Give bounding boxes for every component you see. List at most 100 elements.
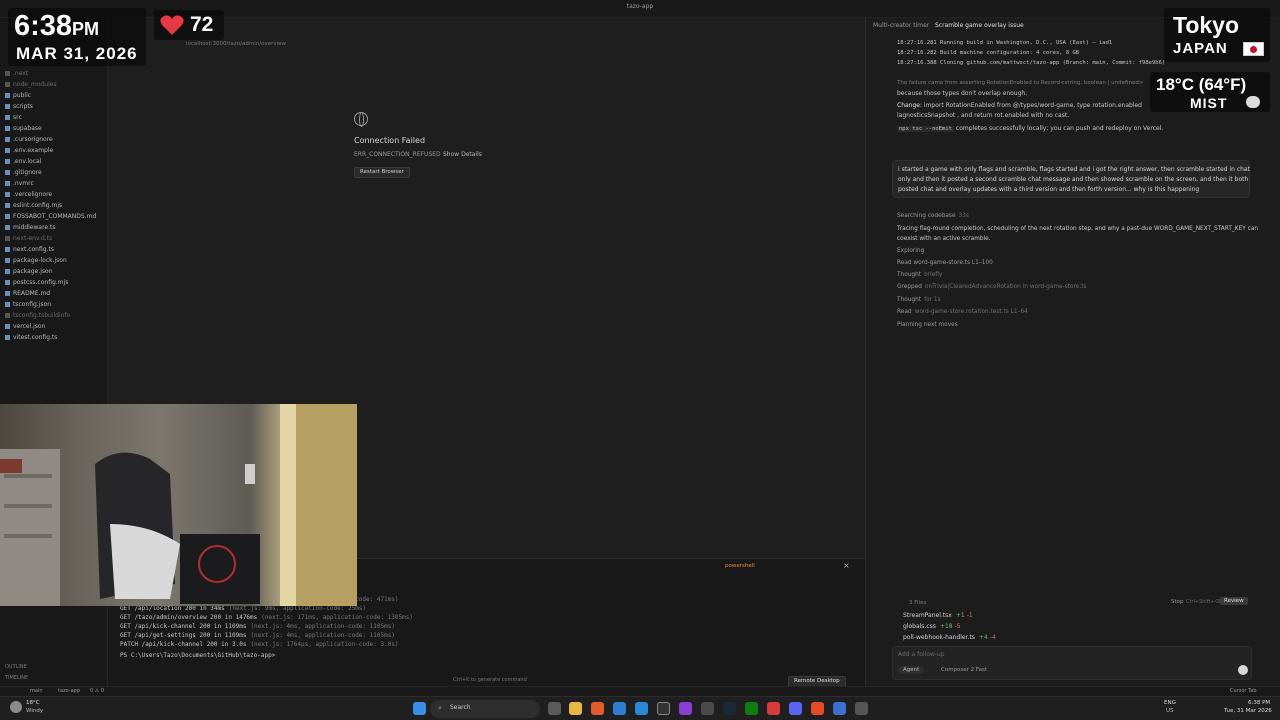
- terminal-shell-label[interactable]: powershell: [725, 563, 755, 569]
- taskbar-clock-date[interactable]: Tue, 31 Mar 2026: [1224, 708, 1272, 714]
- explorer-item[interactable]: next.config.ts: [5, 246, 54, 253]
- store-icon[interactable]: [613, 702, 626, 715]
- file-icon: [5, 203, 10, 208]
- explorer-item[interactable]: tsconfig.tsbuildinfo: [5, 312, 70, 319]
- outline-section[interactable]: OUTLINE: [5, 664, 27, 670]
- explorer-item[interactable]: README.md: [5, 290, 50, 297]
- change-text-2: lagnosticsSnapshot , and return rot.enab…: [897, 112, 1070, 119]
- stop-button[interactable]: Stop: [1171, 599, 1184, 605]
- agent-step[interactable]: Thought briefly: [897, 272, 942, 278]
- github-icon[interactable]: [701, 702, 714, 715]
- lines-added: +18: [939, 623, 953, 630]
- restart-browser-button[interactable]: Restart Browser: [354, 167, 410, 178]
- explorer-item-label: supabase: [13, 125, 42, 132]
- explorer-item[interactable]: tsconfig.json: [5, 301, 51, 308]
- task-view-icon[interactable]: [548, 702, 561, 715]
- taskbar-weather-temp: 18°C: [26, 700, 40, 706]
- language-indicator[interactable]: ENG: [1164, 700, 1176, 706]
- taskbar-clock-time[interactable]: 6:38 PM: [1248, 700, 1270, 706]
- explorer-item[interactable]: supabase: [5, 125, 42, 132]
- vscode-icon[interactable]: [635, 702, 648, 715]
- explorer-item[interactable]: .cursorignore: [5, 136, 53, 143]
- model-select[interactable]: Composer 2 Fast: [941, 667, 987, 673]
- send-icon[interactable]: [1238, 665, 1248, 675]
- explorer-item-label: next-env.d.ts: [13, 235, 53, 242]
- remote-desktop-icon[interactable]: [811, 702, 824, 715]
- agent-chat-panel: Multi-creator timer Scramble game overla…: [865, 18, 1280, 696]
- explorer-item[interactable]: next-env.d.ts: [5, 235, 52, 242]
- branch-name[interactable]: main: [30, 688, 43, 694]
- explorer-item-label: FOSSABOT_COMMANDS.md: [13, 213, 97, 220]
- explorer-item[interactable]: .vercelignore: [5, 191, 52, 198]
- discord-icon[interactable]: [789, 702, 802, 715]
- explorer-item[interactable]: .env.example: [5, 147, 53, 154]
- agent-step[interactable]: Grepped onTrivia|ClearedAdvanceRotation i…: [897, 284, 1087, 290]
- obs-icon[interactable]: [679, 702, 692, 715]
- cursor-tab-status[interactable]: Cursor Tab: [1230, 688, 1257, 694]
- firefox-icon[interactable]: [591, 702, 604, 715]
- file-icon: [5, 82, 10, 87]
- agent-step-label: Thought: [897, 297, 922, 303]
- explorer-item[interactable]: eslint.config.mjs: [5, 202, 62, 209]
- explorer-item[interactable]: public: [5, 92, 31, 99]
- explorer-item-label: .vercelignore: [13, 191, 53, 198]
- agent-step[interactable]: Thought for 1s: [897, 297, 941, 303]
- agent-step[interactable]: Read word-game-store.rotation.test.ts L1–…: [897, 309, 1028, 315]
- file-explorer-icon[interactable]: [569, 702, 582, 715]
- tab-scramble-game-overlay-issue[interactable]: Scramble game overlay issue: [935, 22, 1024, 29]
- agent-mode-label: Agent: [903, 667, 920, 673]
- composer-input[interactable]: Add a follow-up Agent Composer 2 Fast: [892, 646, 1252, 680]
- agent-step[interactable]: Read word-game-store.ts L1–100: [897, 260, 996, 266]
- capcut-icon[interactable]: [767, 702, 780, 715]
- rdp-window-icon[interactable]: [833, 702, 846, 715]
- tab-multi-creator-timer[interactable]: Multi-creator timer: [873, 22, 929, 29]
- explorer-item[interactable]: vercel.json: [5, 323, 45, 330]
- weather-widget-icon[interactable]: [10, 701, 22, 713]
- review-button[interactable]: Review: [1220, 597, 1248, 605]
- changed-file-row[interactable]: globals.css +18 -5: [903, 623, 961, 630]
- model-label: Composer 2 Fast: [941, 667, 987, 673]
- agent-step[interactable]: Exploring: [897, 248, 927, 254]
- explorer-item[interactable]: postcss.config.mjs: [5, 279, 68, 286]
- changed-file-row[interactable]: StreamPanel.tsx +1 -1: [903, 612, 973, 619]
- explorer-item[interactable]: FOSSABOT_COMMANDS.md: [5, 213, 96, 220]
- agent-step[interactable]: Tracing flag-round completion, schedulin…: [897, 226, 1261, 232]
- file-icon: [5, 126, 10, 131]
- explorer-item[interactable]: middleware.ts: [5, 224, 55, 231]
- location-country: JAPAN: [1173, 40, 1228, 57]
- explorer-item[interactable]: .nvmrc: [5, 180, 34, 187]
- explorer-item[interactable]: src: [5, 114, 22, 121]
- lines-added: +4: [978, 634, 988, 641]
- explorer-item[interactable]: .next: [5, 70, 28, 77]
- explorer-item[interactable]: .env.local: [5, 158, 41, 165]
- files-header[interactable]: 3 Files: [909, 600, 926, 606]
- changed-file-row[interactable]: poll-webhook-handler.ts +4 -4: [903, 634, 996, 641]
- close-terminal-icon[interactable]: ×: [843, 561, 850, 570]
- explorer-item-label: middleware.ts: [13, 224, 56, 231]
- agent-step[interactable]: coexist with an active scramble.: [897, 236, 994, 242]
- agent-step[interactable]: Planning next moves: [897, 322, 961, 328]
- steam-icon[interactable]: [723, 702, 736, 715]
- file-icon: [5, 291, 10, 296]
- agent-step-label: Thought: [897, 272, 922, 278]
- show-details-link[interactable]: Show Details: [443, 151, 482, 158]
- windows-start-icon[interactable]: [413, 702, 426, 715]
- settings-icon[interactable]: [855, 702, 868, 715]
- taskbar-search[interactable]: ⌕ Search: [430, 700, 540, 718]
- file-icon: [5, 181, 10, 186]
- explorer-item[interactable]: package-lock.json: [5, 257, 67, 264]
- explorer-item[interactable]: node_modules: [5, 81, 57, 88]
- explorer-item[interactable]: vitest.config.ts: [5, 334, 57, 341]
- problems-indicator[interactable]: 0 ⚠ 0: [90, 688, 104, 694]
- explorer-item[interactable]: .gitignore: [5, 169, 42, 176]
- user-message-line: only and then it posted a second scrambl…: [898, 176, 1249, 183]
- explorer-item[interactable]: scripts: [5, 103, 33, 110]
- agent-mode-select[interactable]: Agent: [898, 666, 925, 674]
- file-icon: [5, 236, 10, 241]
- cursor-app-icon[interactable]: [657, 702, 670, 715]
- user-message[interactable]: i started a game with only flags and scr…: [892, 160, 1250, 198]
- agent-step[interactable]: Searching codebase 33s: [897, 213, 969, 219]
- timeline-section[interactable]: TIMELINE: [5, 675, 28, 681]
- xbox-icon[interactable]: [745, 702, 758, 715]
- explorer-item[interactable]: package.json: [5, 268, 53, 275]
